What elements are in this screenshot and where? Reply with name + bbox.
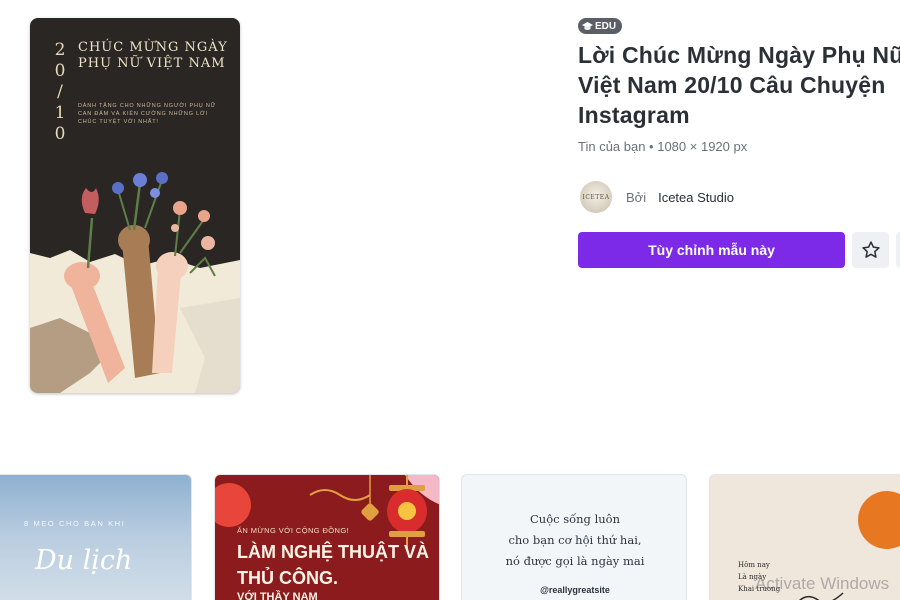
card1-small-text: 8 MẸO CHO BẠN KHI (24, 519, 126, 528)
edu-badge: EDU (578, 18, 623, 34)
template-preview[interactable]: 2 0 / 1 0 CHÚC MỪNG NGÀY PHỤ NỮ VIỆT NAM… (30, 18, 240, 393)
preview-date-vertical: 2 0 / 1 0 (54, 40, 66, 144)
edu-badge-label: EDU (595, 20, 617, 32)
star-icon (861, 241, 880, 258)
related-template-card-3[interactable]: Cuộc sống luôn cho bạn cơ hội thứ hai, n… (461, 474, 687, 600)
template-title: Lời Chúc Mừng Ngày Phụ Nữ Việt Nam 20/10… (578, 42, 900, 128)
os-activation-watermark: Activate Windows (755, 574, 890, 593)
flowers-hands-illustration (30, 172, 240, 393)
author-name-link[interactable]: Icetea Studio (658, 190, 734, 205)
avatar-logo-text: ICETEA (582, 193, 610, 201)
preview-subtitle: DÀNH TẶNG CHO NHỮNG NGƯỜI PHỤ NỮ CAN ĐẢM… (78, 103, 217, 125)
card1-big-text: Du lịch (35, 545, 133, 576)
card3-quote-text: Cuộc sống luôn cho bạn cơ hội thứ hai, n… (505, 512, 645, 568)
related-template-card-2[interactable]: ĂN MỪNG VỚI CỘNG ĐỒNG! LÀM NGHỆ THUẬT VÀ… (214, 474, 440, 600)
author-row[interactable]: ICETEA Bởi Icetea Studio (580, 181, 734, 213)
graduation-cap-icon (582, 21, 593, 30)
template-meta: Tin của bạn • 1080 × 1920 px (578, 139, 748, 154)
card4-orange-circle (858, 491, 900, 549)
customize-template-button[interactable]: Tùy chỉnh mẫu này (578, 232, 845, 268)
card3-handle: @reallygreatsite (540, 585, 610, 595)
more-options-button[interactable] (896, 232, 900, 268)
card2-extra-text: VỚI THẦY NAM (237, 591, 318, 600)
card2-big-text: LÀM NGHỆ THUẬT VÀ THỦ CÔNG. (237, 542, 429, 588)
preview-title: CHÚC MỪNG NGÀY PHỤ NỮ VIỆT NAM (78, 40, 228, 71)
author-avatar[interactable]: ICETEA (580, 181, 612, 213)
favorite-button[interactable] (852, 232, 889, 268)
by-label: Bởi (626, 189, 647, 205)
related-template-card-1[interactable]: 8 MẸO CHO BẠN KHI Du lịch (0, 474, 192, 600)
card2-small-text: ĂN MỪNG VỚI CỘNG ĐỒNG! (237, 526, 350, 535)
